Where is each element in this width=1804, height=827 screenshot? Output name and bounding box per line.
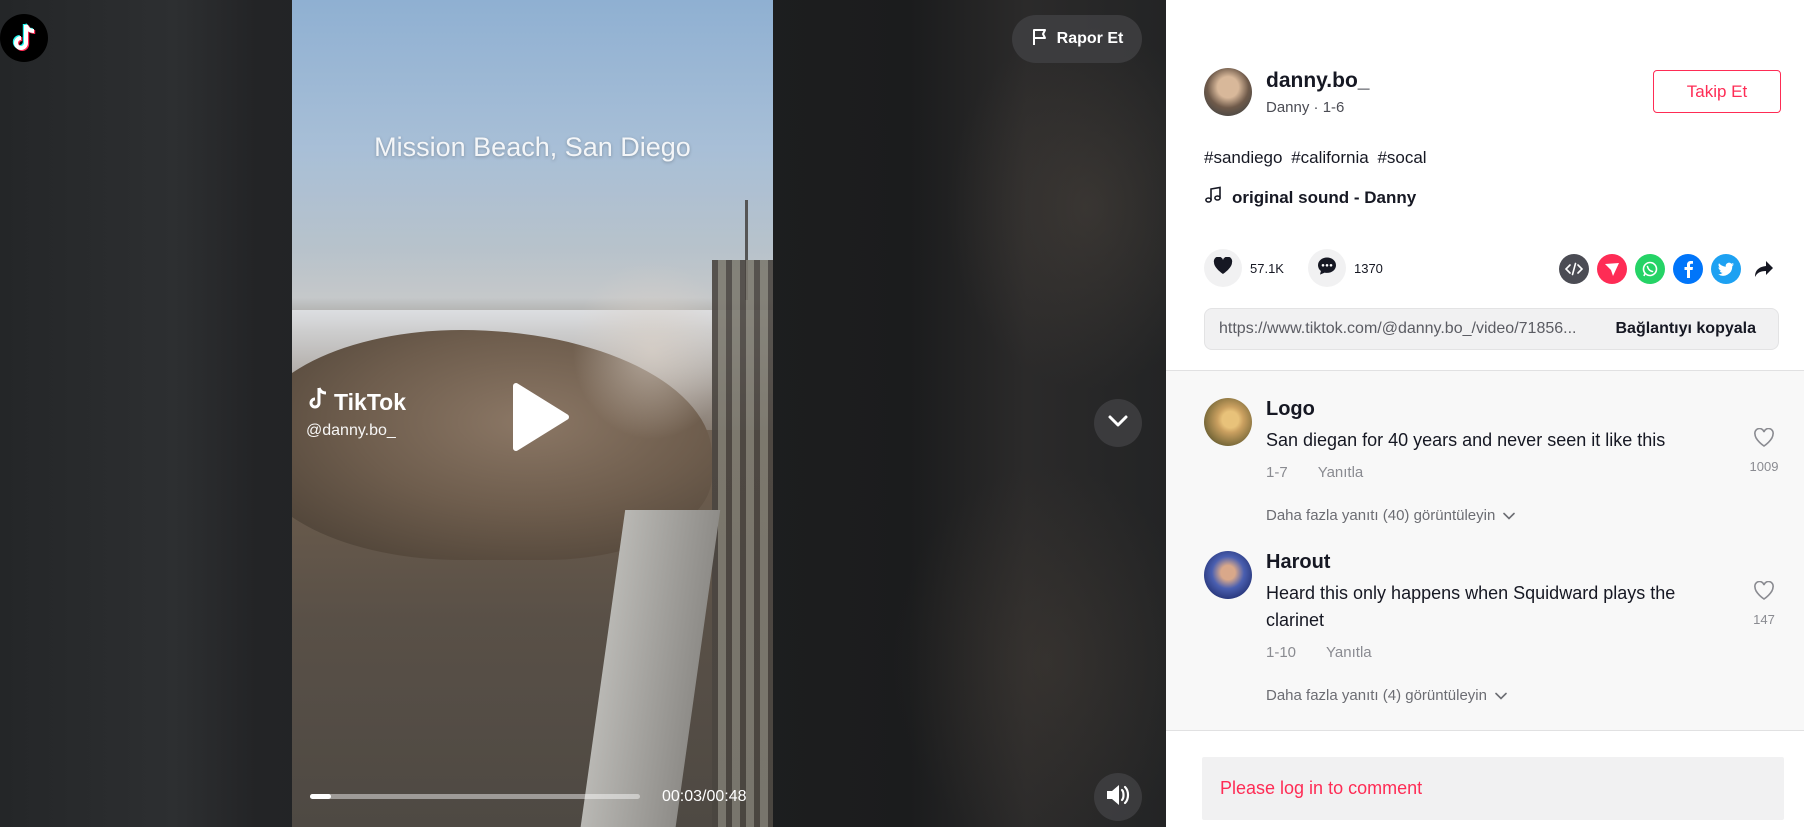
author-info[interactable]: danny.bo_ Danny · 1-6 bbox=[1204, 68, 1369, 116]
music-note-icon bbox=[1204, 186, 1222, 209]
video-caption-overlay: Mission Beach, San Diego bbox=[374, 132, 691, 162]
reply-button[interactable]: Yanıtla bbox=[1326, 644, 1372, 661]
sound-link[interactable]: original sound - Danny bbox=[1204, 186, 1416, 209]
volume-button[interactable] bbox=[1094, 773, 1142, 821]
video-player[interactable]: Mission Beach, San Diego TikTok @danny.b… bbox=[292, 0, 773, 827]
comment-username[interactable]: Harout bbox=[1266, 551, 1736, 574]
video-watermark: TikTok @danny.bo_ bbox=[306, 386, 406, 440]
watermark-username: @danny.bo_ bbox=[306, 422, 396, 439]
video-frame-spray bbox=[572, 260, 732, 440]
hashtag-link[interactable]: #socal bbox=[1377, 148, 1426, 167]
comment-like[interactable]: 1009 bbox=[1744, 427, 1784, 474]
share-arrow-icon[interactable] bbox=[1749, 254, 1779, 284]
view-more-replies[interactable]: Daha fazla yanıtı (4) görüntüleyin bbox=[1266, 687, 1736, 704]
follow-button[interactable]: Takip Et bbox=[1653, 70, 1781, 113]
comment-like[interactable]: 147 bbox=[1744, 580, 1784, 627]
author-subtitle: Danny · 1-6 bbox=[1266, 98, 1345, 116]
video-stage: Mission Beach, San Diego TikTok @danny.b… bbox=[0, 0, 1166, 827]
chevron-down-icon bbox=[1503, 507, 1516, 524]
hashtags: #sandiego #california #socal bbox=[1204, 148, 1431, 168]
avatar[interactable] bbox=[1204, 551, 1252, 599]
send-icon[interactable] bbox=[1597, 254, 1627, 284]
speaker-icon bbox=[1105, 783, 1131, 812]
login-prompt: Please log in to comment bbox=[1220, 778, 1423, 798]
sound-name: original sound - Danny bbox=[1232, 187, 1417, 207]
comment-date: 1-7 bbox=[1266, 464, 1288, 481]
view-more-replies-label: Daha fazla yanıtı (4) görüntüleyin bbox=[1266, 687, 1487, 704]
reply-button[interactable]: Yanıtla bbox=[1318, 464, 1364, 481]
video-time: 00:03/00:48 bbox=[662, 788, 747, 805]
video-frame-fence bbox=[712, 260, 773, 827]
comment-count: 1370 bbox=[1353, 260, 1383, 276]
hashtag-link[interactable]: #california bbox=[1291, 148, 1369, 167]
play-icon[interactable] bbox=[510, 382, 570, 452]
info-panel: danny.bo_ Danny · 1-6 Takip Et #sandiego… bbox=[1166, 0, 1804, 827]
share-buttons bbox=[1559, 254, 1779, 284]
comment-list: Logo San diegan for 40 years and never s… bbox=[1166, 371, 1804, 730]
tiktok-note-icon bbox=[306, 386, 330, 418]
view-more-replies[interactable]: Daha fazla yanıtı (40) görüntüleyin bbox=[1266, 507, 1736, 524]
avatar[interactable] bbox=[1204, 398, 1252, 446]
next-video-button[interactable] bbox=[1094, 399, 1142, 447]
comment-like-count: 1009 bbox=[1749, 459, 1779, 474]
report-button[interactable]: Rapor Et bbox=[1012, 15, 1142, 63]
heart-outline-icon bbox=[1753, 580, 1775, 605]
engagement-actions: 57.1K 1370 bbox=[1204, 249, 1407, 287]
author-username[interactable]: danny.bo_ bbox=[1266, 69, 1369, 93]
copy-link-button[interactable]: Bağlantıyı kopyala bbox=[1616, 320, 1757, 338]
comment-date: 1-10 bbox=[1266, 644, 1297, 661]
view-more-replies-label: Daha fazla yanıtı (40) görüntüleyin bbox=[1266, 507, 1496, 524]
video-frame-seawall bbox=[578, 510, 721, 827]
video-link-url[interactable]: https://www.tiktok.com/@danny.bo_/video/… bbox=[1219, 320, 1576, 338]
video-progress-bar[interactable] bbox=[310, 794, 640, 799]
avatar[interactable] bbox=[1204, 68, 1252, 116]
flag-icon bbox=[1031, 28, 1049, 51]
like-count: 57.1K bbox=[1250, 260, 1284, 276]
share-link-box: https://www.tiktok.com/@danny.bo_/video/… bbox=[1204, 308, 1779, 350]
heart-outline-icon bbox=[1753, 427, 1775, 452]
comment-bubble-icon bbox=[1317, 256, 1337, 281]
chevron-down-icon bbox=[1106, 409, 1130, 438]
comment-text: San diegan for 40 years and never seen i… bbox=[1266, 430, 1666, 450]
heart-icon bbox=[1213, 256, 1233, 280]
comment-username[interactable]: Logo bbox=[1266, 398, 1736, 421]
comment-button[interactable] bbox=[1307, 249, 1346, 287]
report-label: Rapor Et bbox=[1056, 30, 1124, 47]
facebook-icon[interactable] bbox=[1673, 254, 1703, 284]
like-button[interactable] bbox=[1204, 249, 1242, 287]
tiktok-logo-icon[interactable] bbox=[0, 14, 48, 62]
chevron-down-icon bbox=[1495, 687, 1507, 704]
hashtag-link[interactable]: #sandiego bbox=[1204, 148, 1282, 167]
whatsapp-icon[interactable] bbox=[1635, 254, 1665, 284]
watermark-brand: TikTok bbox=[334, 388, 406, 415]
login-to-comment-button[interactable]: Please log in to comment bbox=[1202, 757, 1784, 820]
comment-like-count: 147 bbox=[1753, 612, 1775, 627]
comment-text: Heard this only happens when Squidward p… bbox=[1266, 583, 1676, 630]
divider bbox=[1166, 730, 1804, 731]
video-progress-fill bbox=[310, 794, 331, 799]
twitter-icon[interactable] bbox=[1711, 254, 1741, 284]
embed-icon[interactable] bbox=[1559, 254, 1589, 284]
